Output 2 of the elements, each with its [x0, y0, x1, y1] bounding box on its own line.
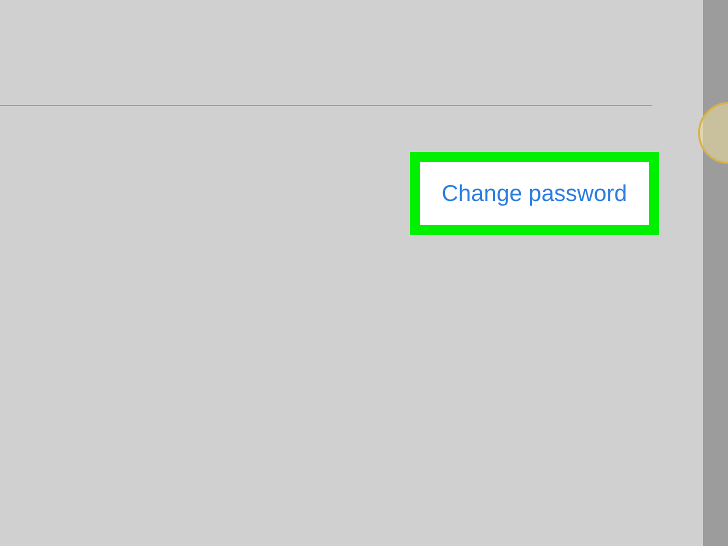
- change-password-link[interactable]: Change password: [420, 162, 649, 224]
- scrollbar[interactable]: [703, 0, 728, 546]
